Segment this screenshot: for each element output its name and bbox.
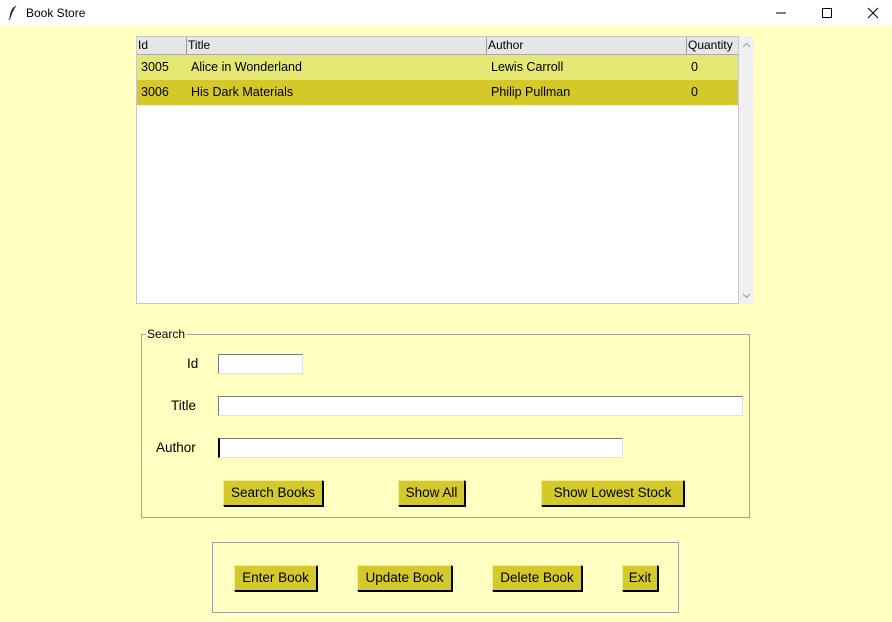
cell-author: Lewis Carroll: [491, 60, 564, 74]
title-input[interactable]: [218, 396, 743, 416]
minimize-button[interactable]: [758, 0, 804, 25]
scroll-up-button[interactable]: [739, 38, 754, 52]
cell-quantity: 0: [691, 60, 698, 74]
cell-title: His Dark Materials: [191, 85, 294, 99]
cell-id: 3005: [141, 60, 169, 74]
cell-author: Philip Pullman: [491, 85, 571, 99]
author-label: Author: [156, 440, 196, 455]
author-input[interactable]: [218, 438, 623, 458]
title-label: Title: [171, 398, 197, 413]
maximize-icon: [822, 7, 832, 18]
title-bar: Book Store: [0, 0, 892, 25]
enter-book-button[interactable]: Enter Book: [234, 565, 317, 591]
close-button[interactable]: [850, 0, 892, 25]
window-title: Book Store: [26, 5, 86, 20]
maximize-button[interactable]: [804, 0, 850, 25]
column-header-author[interactable]: Author: [487, 37, 687, 54]
table-row[interactable]: 3006 His Dark Materials Philip Pullman 0: [137, 80, 738, 105]
chevron-up-icon: [742, 42, 751, 48]
chevron-down-icon: [742, 293, 751, 299]
books-table[interactable]: Id Title Author Quantity 3005 Alice in W…: [136, 36, 739, 304]
column-header-id[interactable]: Id: [137, 37, 187, 54]
id-label: Id: [187, 356, 199, 371]
cell-quantity: 0: [691, 85, 698, 99]
table-header: Id Title Author Quantity: [137, 37, 738, 55]
table-scrollbar[interactable]: [739, 36, 754, 304]
show-lowest-stock-button[interactable]: Show Lowest Stock: [541, 480, 684, 506]
column-header-title[interactable]: Title: [187, 37, 487, 54]
cell-title: Alice in Wonderland: [191, 60, 302, 74]
show-all-button[interactable]: Show All: [398, 480, 465, 506]
exit-button[interactable]: Exit: [622, 565, 658, 591]
update-book-button[interactable]: Update Book: [357, 565, 452, 591]
id-input[interactable]: [218, 354, 303, 374]
search-frame-label: Search: [146, 327, 187, 341]
close-icon: [867, 7, 879, 18]
table-row[interactable]: 3005 Alice in Wonderland Lewis Carroll 0: [137, 55, 738, 80]
feather-icon: [6, 5, 20, 21]
minimize-icon: [776, 12, 786, 13]
scroll-down-button[interactable]: [739, 289, 754, 303]
column-header-quantity[interactable]: Quantity: [687, 37, 738, 54]
delete-book-button[interactable]: Delete Book: [492, 565, 582, 591]
search-books-button[interactable]: Search Books: [223, 480, 323, 506]
cell-id: 3006: [141, 85, 169, 99]
